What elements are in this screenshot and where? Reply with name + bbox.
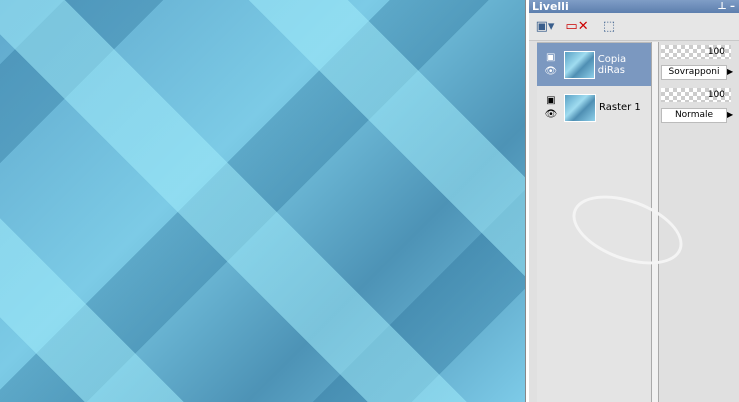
dropdown-arrow-icon[interactable]: ▶ xyxy=(727,67,737,76)
layers-toolbar: ▣▾ ▭✕ ⬚ xyxy=(529,13,739,41)
layer-type-icon: ▣ xyxy=(546,52,556,63)
blend-mode-select[interactable]: Sovrapponi xyxy=(661,65,727,80)
layer-row[interactable]: ▣ 👁 Copia diRas xyxy=(537,43,655,86)
edit-selection-icon[interactable]: ⬚ xyxy=(599,18,619,36)
panel-titlebar: Livelli ⊥ – xyxy=(529,0,739,13)
layer-thumbnail xyxy=(563,50,595,79)
opacity-slider[interactable]: 100 xyxy=(661,45,731,59)
delete-layer-icon[interactable]: ▭✕ xyxy=(565,18,588,36)
visibility-eye-icon[interactable]: 👁 xyxy=(544,66,557,77)
visibility-eye-icon[interactable]: 👁 xyxy=(545,109,558,120)
layer-properties: 100 Sovrapponi ▶ 100 Normale ▶ xyxy=(659,42,739,128)
new-layer-icon[interactable]: ▣▾ xyxy=(535,18,555,36)
layer-name: Copia diRas xyxy=(597,53,627,76)
pin-icon[interactable]: ⊥ xyxy=(717,1,726,12)
image-canvas[interactable] xyxy=(0,0,525,402)
layer-name: Raster 1 xyxy=(599,102,641,113)
layer-type-icon: ▣ xyxy=(546,95,556,106)
layer-thumbnail xyxy=(564,93,596,122)
minimize-icon[interactable]: – xyxy=(730,1,735,12)
opacity-slider[interactable]: 100 xyxy=(661,88,731,102)
dropdown-arrow-icon[interactable]: ▶ xyxy=(727,110,737,119)
blend-mode-select[interactable]: Normale xyxy=(661,108,727,123)
panel-title: Livelli xyxy=(532,0,569,13)
layer-row[interactable]: ▣ 👁 Raster 1 xyxy=(537,86,655,129)
